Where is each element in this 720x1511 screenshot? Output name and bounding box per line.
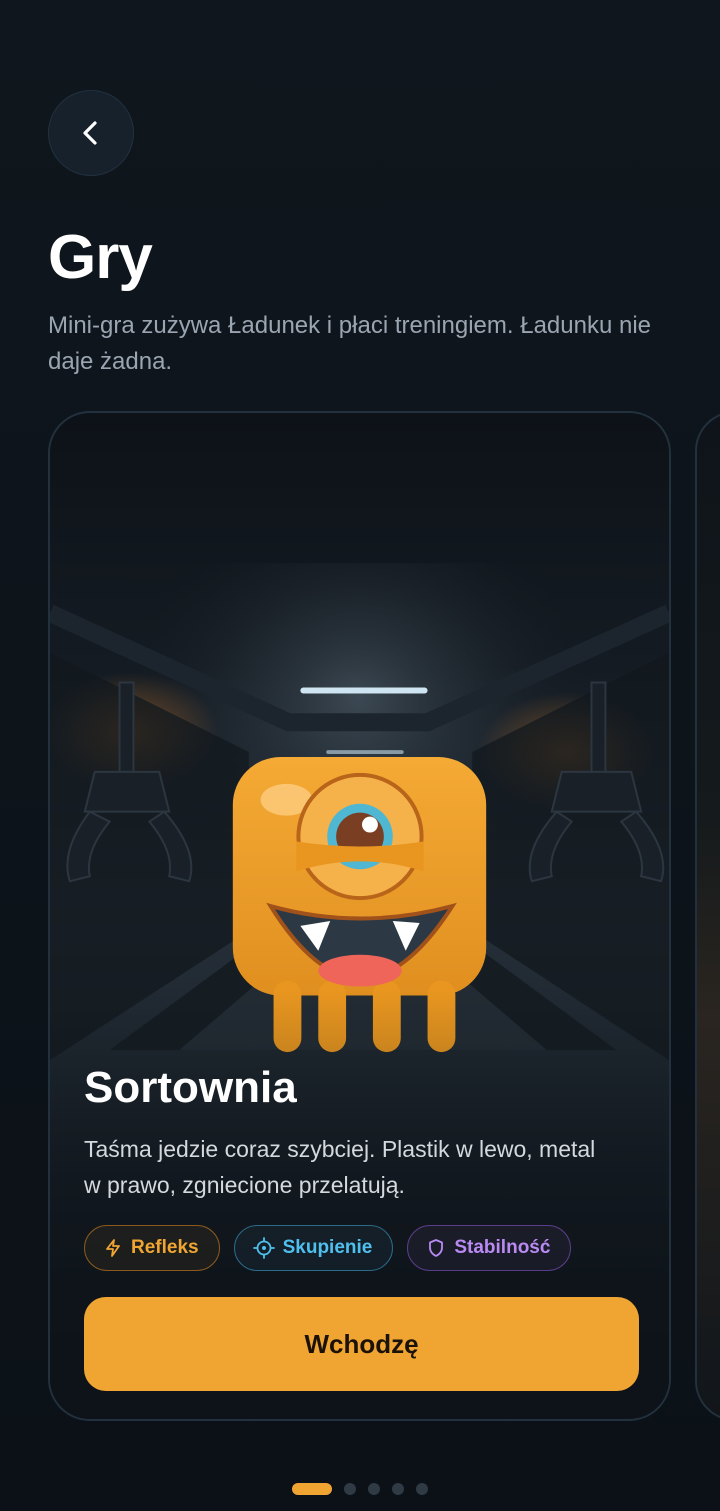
target-icon xyxy=(252,1237,275,1259)
skill-tags: Refleks Skupienie Stabilność xyxy=(84,1225,635,1271)
games-screen: Gry Mini-gra zużywa Ładunek i płaci tren… xyxy=(0,0,720,1511)
tag-label: Skupienie xyxy=(282,1237,373,1258)
tag-skupienie: Skupienie xyxy=(233,1225,394,1271)
page-title: Gry xyxy=(48,223,153,292)
chevron-left-icon xyxy=(83,121,97,145)
page-dot-2[interactable] xyxy=(344,1483,356,1495)
game-card[interactable]: Sortownia Taśma jedzie coraz szybciej. P… xyxy=(48,411,671,1421)
game-title: Sortownia xyxy=(84,1063,297,1112)
page-dot-1[interactable] xyxy=(292,1483,332,1495)
tag-label: Stabilność xyxy=(454,1237,551,1258)
tag-label: Refleks xyxy=(131,1237,199,1258)
page-dot-5[interactable] xyxy=(416,1483,428,1495)
enter-game-button[interactable]: Wchodzę xyxy=(84,1297,639,1391)
page-dot-3[interactable] xyxy=(368,1483,380,1495)
shield-icon xyxy=(429,1239,444,1257)
tag-refleks: Refleks xyxy=(84,1225,220,1271)
tag-stabilnosc: Stabilność xyxy=(407,1225,572,1271)
game-description: Taśma jedzie coraz szybciej. Plastik w l… xyxy=(84,1136,596,1198)
page-dot-4[interactable] xyxy=(392,1483,404,1495)
next-game-card-peek[interactable] xyxy=(695,411,720,1421)
carousel-pagination xyxy=(0,1483,720,1495)
lightning-icon xyxy=(106,1239,120,1257)
page-subtitle: Mini-gra zużywa Ładunek i płaci treningi… xyxy=(48,312,651,375)
card-content: Sortownia Taśma jedzie coraz szybciej. P… xyxy=(84,1063,639,1391)
back-button[interactable] xyxy=(48,90,134,176)
